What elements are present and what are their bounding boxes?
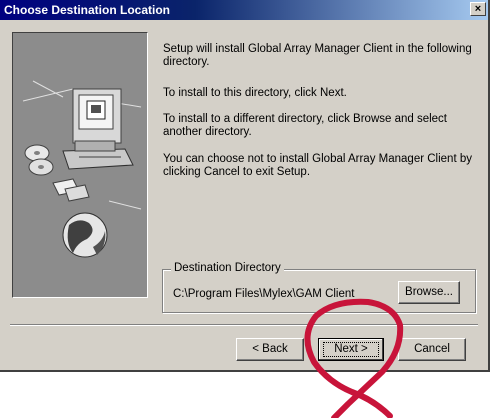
- highlight-annotation: [304, 298, 404, 418]
